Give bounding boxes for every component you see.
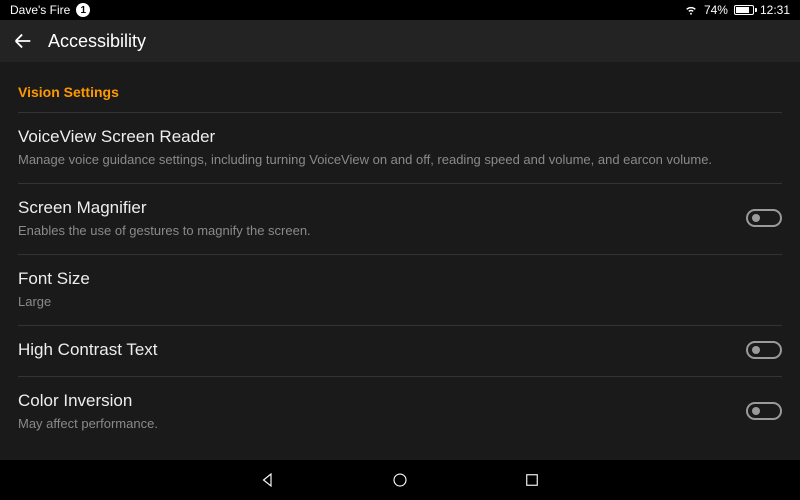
row-title: Font Size [18, 267, 782, 291]
status-left: Dave's Fire 1 [10, 3, 90, 17]
row-title: High Contrast Text [18, 338, 726, 362]
page-title: Accessibility [48, 31, 146, 52]
toggle-high-contrast[interactable] [746, 341, 782, 359]
row-title: VoiceView Screen Reader [18, 125, 782, 149]
row-font-size[interactable]: Font Size Large [18, 254, 782, 325]
nav-bar [0, 460, 800, 500]
back-button[interactable] [12, 30, 34, 52]
device-name: Dave's Fire [10, 3, 70, 17]
clock: 12:31 [760, 3, 790, 17]
notification-badge[interactable]: 1 [76, 3, 90, 17]
row-subtitle: May affect performance. [18, 415, 726, 433]
row-high-contrast-text[interactable]: High Contrast Text [18, 325, 782, 376]
toggle-color-inversion[interactable] [746, 402, 782, 420]
battery-icon [734, 5, 754, 15]
status-right: 74% 12:31 [684, 2, 790, 19]
section-header-vision: Vision Settings [18, 62, 782, 112]
app-bar: Accessibility [0, 20, 800, 62]
row-voiceview[interactable]: VoiceView Screen Reader Manage voice gui… [18, 112, 782, 183]
settings-content[interactable]: Vision Settings VoiceView Screen Reader … [0, 62, 800, 460]
wifi-icon [684, 2, 698, 19]
row-title: Color Inversion [18, 389, 726, 413]
row-subtitle: Manage voice guidance settings, includin… [18, 151, 782, 169]
status-bar: Dave's Fire 1 74% 12:31 [0, 0, 800, 20]
row-screen-magnifier[interactable]: Screen Magnifier Enables the use of gest… [18, 183, 782, 254]
nav-home-button[interactable] [389, 469, 411, 491]
nav-back-button[interactable] [257, 469, 279, 491]
battery-percent: 74% [704, 3, 728, 17]
row-subtitle: Enables the use of gestures to magnify t… [18, 222, 726, 240]
row-color-inversion[interactable]: Color Inversion May affect performance. [18, 376, 782, 447]
toggle-screen-magnifier[interactable] [746, 209, 782, 227]
row-subtitle: Large [18, 293, 782, 311]
row-title: Screen Magnifier [18, 196, 726, 220]
nav-recent-button[interactable] [521, 469, 543, 491]
